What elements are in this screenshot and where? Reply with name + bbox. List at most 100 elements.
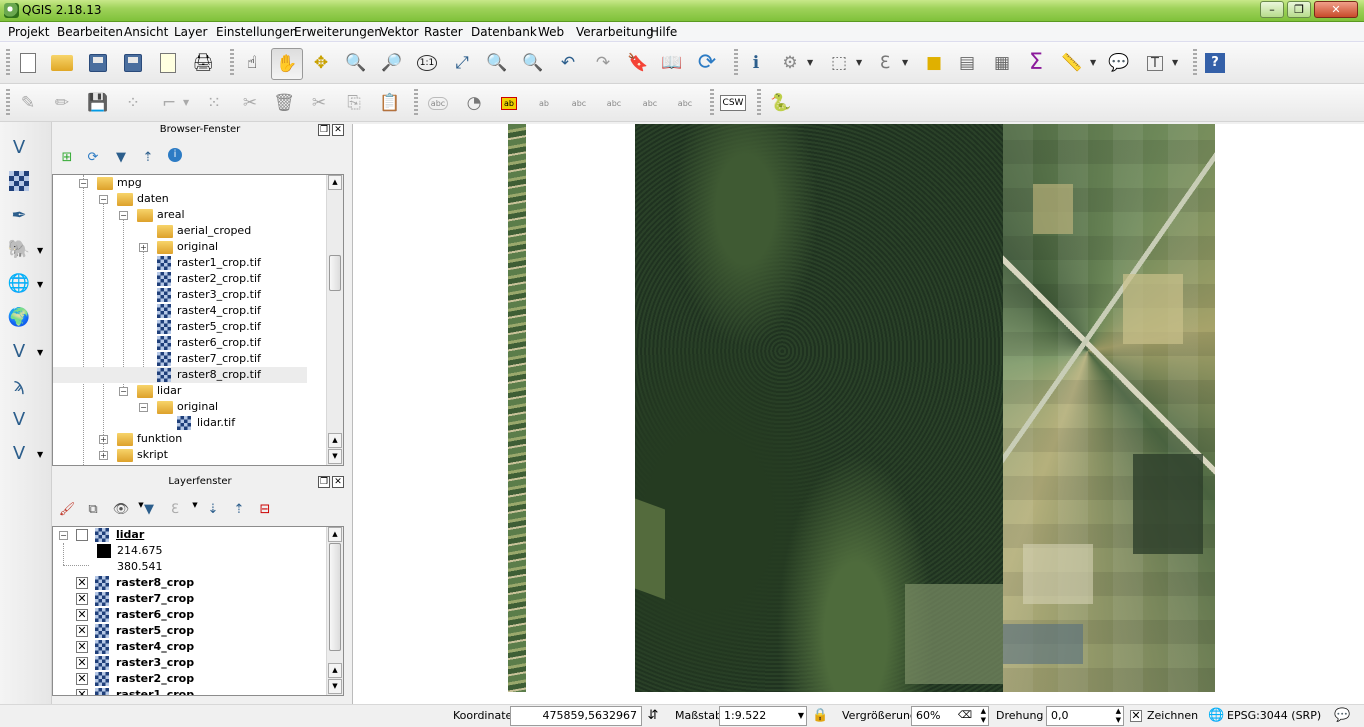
layer-raster2[interactable]: raster2_crop <box>116 671 194 687</box>
add-raster-layer-button[interactable] <box>4 166 34 196</box>
map-tips-button[interactable]: 💬 <box>1105 49 1133 77</box>
menu-erweiterungen[interactable]: Erweiterungen <box>294 25 382 39</box>
cut-features-button[interactable]: ✂ <box>305 89 333 117</box>
save-as-button[interactable] <box>119 49 147 77</box>
zoom-to-selection-button[interactable]: 🔍 <box>483 49 511 77</box>
render-checkbox[interactable]: ✕ <box>1130 710 1142 722</box>
toolbar-grip[interactable] <box>414 89 418 117</box>
layer-labeling-button[interactable]: abc <box>424 89 452 117</box>
filter-legend-button[interactable]: ▼ <box>140 496 158 517</box>
expander-lidar[interactable]: − <box>119 387 128 396</box>
scroll-thumb[interactable] <box>329 543 341 651</box>
select-by-expression-button[interactable]: ℇ <box>871 49 899 77</box>
composer-manager-button[interactable]: 🖨 <box>189 49 217 77</box>
scroll-down-arrow[interactable]: ▼ <box>328 449 342 464</box>
scroll-up-arrow[interactable]: ▲ <box>328 175 342 190</box>
raster6-visibility-checkbox[interactable]: ✕ <box>76 609 88 621</box>
menu-vektor[interactable]: Vektor <box>380 25 419 39</box>
filter-browser-button[interactable]: ▼ <box>112 144 130 165</box>
browser-item-skript[interactable]: skript <box>137 447 168 463</box>
scroll-down-arrow[interactable]: ▼ <box>328 679 342 694</box>
statistics-button[interactable]: Σ <box>1022 49 1050 77</box>
deselect-all-button[interactable]: ■ <box>920 49 948 77</box>
open-project-button[interactable] <box>48 49 76 77</box>
attribute-table-button[interactable]: ▤ <box>953 49 981 77</box>
add-feature-button[interactable]: ⁘ <box>119 89 147 117</box>
browser-item-lidar[interactable]: lidar <box>157 383 181 399</box>
expander-mpg[interactable]: − <box>79 179 88 188</box>
trash-button[interactable]: 🗑 <box>270 89 298 117</box>
new-bookmark-button[interactable]: 🔖 <box>624 49 652 77</box>
save-edits-button[interactable]: 💾 <box>84 89 112 117</box>
expander-areal[interactable]: − <box>119 211 128 220</box>
toolbar-grip[interactable] <box>734 49 738 77</box>
spin-arrows[interactable]: ▲ ▼ <box>981 707 986 725</box>
close-panel-button[interactable]: ✕ <box>332 124 344 136</box>
field-calculator-button[interactable]: ▦ <box>988 49 1016 77</box>
zoom-full-button[interactable]: ⤢ <box>448 49 476 77</box>
menu-web[interactable]: Web <box>538 25 564 39</box>
filter-by-expression-button[interactable]: ℇ <box>166 496 184 517</box>
menu-bearbeiten[interactable]: Bearbeiten <box>57 25 123 39</box>
toolbar-grip[interactable] <box>710 89 714 117</box>
csw-button[interactable]: CSW <box>719 89 747 117</box>
save-project-button[interactable] <box>84 49 112 77</box>
add-virtual-layer-button[interactable]: V <box>4 404 34 434</box>
browser-item-raster2[interactable]: raster2_crop.tif <box>177 271 261 287</box>
touch-zoom-button[interactable]: ☝ <box>238 49 266 77</box>
action-dropdown-arrow[interactable]: ▼ <box>807 58 813 67</box>
remove-layer-button[interactable]: ⊟ <box>256 496 274 517</box>
expander-lidar-layer[interactable]: − <box>59 531 68 540</box>
menu-raster[interactable]: Raster <box>424 25 463 39</box>
raster7-visibility-checkbox[interactable]: ✕ <box>76 593 88 605</box>
zoom-last-button[interactable]: ↶ <box>554 49 582 77</box>
browser-item-areal[interactable]: areal <box>157 207 185 223</box>
move-label-button[interactable]: abc <box>600 89 628 117</box>
zoom-next-button[interactable]: ↷ <box>589 49 617 77</box>
layer-lidar[interactable]: lidar <box>116 527 144 543</box>
layer-raster3[interactable]: raster3_crop <box>116 655 194 671</box>
zoom-in-button[interactable]: 🔍 <box>342 49 370 77</box>
scroll-up-arrow-lower[interactable]: ▲ <box>328 433 342 448</box>
expander-lidar-original[interactable]: − <box>139 403 148 412</box>
zoom-native-button[interactable]: 1:1 <box>413 49 441 77</box>
add-wcs-layer-button[interactable]: 🌍 <box>4 302 34 332</box>
new-project-button[interactable] <box>14 49 42 77</box>
pin-labels-button[interactable]: ab <box>495 89 523 117</box>
browser-item-lidar-original[interactable]: original <box>177 399 218 415</box>
toolbar-grip[interactable] <box>230 49 234 77</box>
menu-datenbank[interactable]: Datenbank <box>471 25 537 39</box>
change-label-button[interactable]: abc <box>671 89 699 117</box>
browser-item-raster4[interactable]: raster4_crop.tif <box>177 303 261 319</box>
magnifier-spinbox[interactable]: 60% ⌫ ▲ ▼ <box>911 706 989 726</box>
browser-item-aerial-croped[interactable]: aerial_croped <box>177 223 251 239</box>
float-panel-button[interactable]: ❐ <box>318 476 330 488</box>
scroll-up-arrow[interactable]: ▲ <box>328 527 342 542</box>
browser-item-mpg[interactable]: mpg <box>117 175 142 191</box>
expander-skript[interactable]: + <box>99 451 108 460</box>
expression-filter-dropdown-arrow[interactable]: ▼ <box>186 496 204 514</box>
lock-scale-icon[interactable]: 🔒 <box>812 708 828 724</box>
rotation-spinbox[interactable]: 0,0 ▲ ▼ <box>1046 706 1124 726</box>
rotate-label-button[interactable]: abc <box>636 89 664 117</box>
raster5-visibility-checkbox[interactable]: ✕ <box>76 625 88 637</box>
close-button[interactable]: ✕ <box>1314 1 1358 18</box>
node-tool-button[interactable]: ⁙ <box>200 89 228 117</box>
new-layer-button[interactable]: V <box>4 438 34 468</box>
expander-original[interactable]: + <box>139 243 148 252</box>
measure-dropdown-arrow[interactable]: ▼ <box>1090 58 1096 67</box>
menu-ansicht[interactable]: Ansicht <box>124 25 168 39</box>
map-canvas[interactable] <box>352 124 1364 704</box>
scale-combobox[interactable]: 1:9.522 ▼ <box>719 706 807 726</box>
show-hide-labels-button[interactable]: abc <box>565 89 593 117</box>
scroll-thumb[interactable] <box>329 255 341 291</box>
layer-raster6[interactable]: raster6_crop <box>116 607 194 623</box>
expander-funktion[interactable]: + <box>99 435 108 444</box>
raster1-visibility-checkbox[interactable]: ✕ <box>76 689 88 695</box>
crs-globe-icon[interactable]: 🌐 <box>1208 708 1224 724</box>
layer-diagram-button[interactable]: ◔ <box>460 89 488 117</box>
style-manager-button[interactable]: 🖌 <box>58 496 76 517</box>
messages-icon[interactable]: 💬 <box>1334 708 1350 724</box>
measure-line-button[interactable]: 📏 <box>1058 49 1086 77</box>
new-print-composer-button[interactable] <box>154 49 182 77</box>
